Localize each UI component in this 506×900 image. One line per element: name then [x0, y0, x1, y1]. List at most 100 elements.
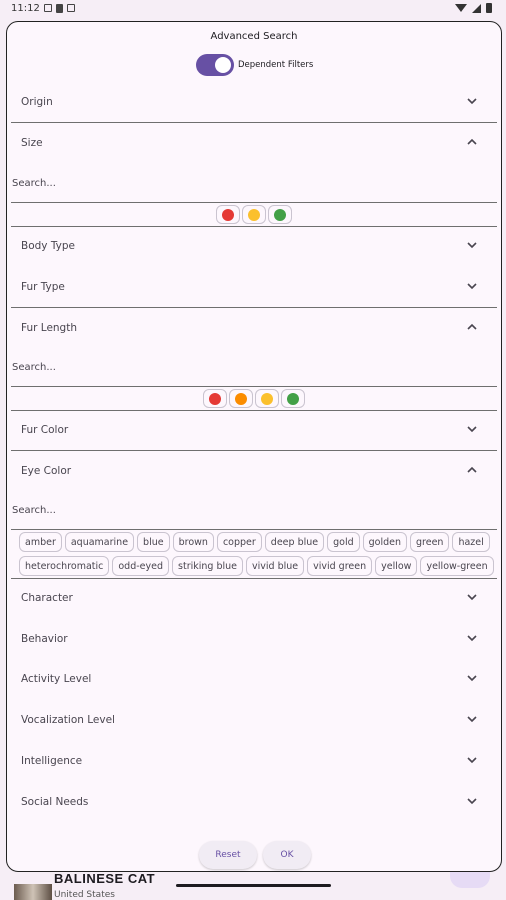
eye-color-chip[interactable]: hazel — [452, 532, 490, 552]
eye-color-chip[interactable]: odd-eyed — [112, 556, 170, 576]
notification-icons — [44, 4, 75, 13]
home-indicator[interactable] — [176, 884, 331, 887]
fur-length-search-input[interactable]: Search... — [11, 354, 497, 380]
section-label: Fur Length — [21, 322, 77, 334]
eye-color-chip[interactable]: copper — [216, 532, 262, 552]
level-chip[interactable] — [203, 389, 227, 408]
section-intelligence[interactable]: Intelligence — [11, 741, 497, 781]
chevron-down-icon — [467, 281, 477, 291]
switch-knob — [215, 57, 231, 73]
search-underline — [11, 202, 497, 203]
fur-length-level-chips — [203, 389, 305, 408]
battery-icon — [486, 3, 492, 13]
section-eye-color[interactable]: Eye Color — [11, 451, 497, 491]
ok-button[interactable]: OK — [263, 841, 311, 869]
section-character[interactable]: Character — [11, 578, 497, 618]
eye-color-chip[interactable]: brown — [172, 532, 214, 552]
section-label: Size — [21, 137, 43, 149]
level-dot-icon — [235, 392, 247, 405]
chevron-up-icon — [467, 465, 477, 475]
eye-color-chip[interactable]: gold — [327, 532, 360, 552]
screenshot-icon — [67, 4, 75, 12]
section-size[interactable]: Size — [11, 123, 497, 163]
eye-color-chip[interactable]: vivid green — [307, 556, 373, 576]
level-chip[interactable] — [216, 205, 240, 224]
search-underline — [11, 386, 497, 387]
eye-color-chip[interactable]: aquamarine — [64, 532, 135, 552]
level-chip[interactable] — [268, 205, 292, 224]
chevron-down-icon — [467, 633, 477, 643]
notification-icon — [44, 4, 52, 12]
dependent-filters-label: Dependent Filters — [238, 60, 314, 70]
advanced-search-dialog: Advanced Search Dependent Filters Origin… — [6, 21, 502, 872]
section-label: Fur Type — [21, 281, 65, 293]
level-chip[interactable] — [242, 205, 266, 224]
section-label: Fur Color — [21, 424, 69, 436]
level-chip[interactable] — [281, 389, 305, 408]
eye-color-chip[interactable]: striking blue — [172, 556, 243, 576]
level-dot-icon — [222, 208, 234, 221]
chevron-down-icon — [467, 424, 477, 434]
eye-color-chip[interactable]: deep blue — [264, 532, 325, 552]
level-dot-icon — [209, 392, 221, 405]
signal-icon — [472, 3, 481, 13]
level-dot-icon — [274, 208, 286, 221]
section-label: Activity Level — [21, 673, 92, 685]
eye-color-chip[interactable]: green — [410, 532, 450, 552]
eye-color-chips-row-2: heterochromatic odd-eyed striking blue vivi… — [19, 556, 494, 576]
chevron-down-icon — [467, 240, 477, 250]
section-activity-level[interactable]: Activity Level — [11, 659, 497, 699]
section-label: Origin — [21, 96, 53, 108]
level-chip[interactable] — [229, 389, 253, 408]
chevron-down-icon — [467, 673, 477, 683]
section-body-type[interactable]: Body Type — [11, 226, 497, 266]
wifi-icon — [455, 4, 467, 12]
search-underline — [11, 529, 497, 530]
section-label: Eye Color — [21, 465, 72, 477]
reset-button[interactable]: Reset — [199, 841, 257, 869]
section-vocalization-level[interactable]: Vocalization Level — [11, 700, 497, 740]
chevron-up-icon — [467, 137, 477, 147]
status-bar: 11:12 — [0, 0, 506, 20]
section-social-needs[interactable]: Social Needs — [11, 782, 497, 822]
eye-color-chip[interactable]: amber — [19, 532, 62, 552]
chevron-down-icon — [467, 592, 477, 602]
eye-color-chip[interactable]: golden — [362, 532, 408, 552]
dependent-filters-switch[interactable] — [196, 54, 234, 76]
eye-color-chips-row-1: amber aquamarine blue brown copper deep blue g… — [19, 532, 490, 552]
bg-item-subtitle: United States — [54, 890, 115, 900]
eye-color-chip[interactable]: yellow-green — [420, 556, 494, 576]
section-label: Body Type — [21, 240, 75, 252]
section-label: Vocalization Level — [21, 714, 115, 726]
dependent-filters-toggle-row: Dependent Filters — [196, 54, 313, 76]
section-fur-color[interactable]: Fur Color — [11, 410, 497, 450]
size-search-input[interactable]: Search... — [11, 170, 497, 196]
level-dot-icon — [248, 208, 260, 221]
status-time: 11:12 — [11, 3, 40, 14]
size-level-chips — [216, 205, 292, 224]
cat-thumbnail — [14, 884, 52, 900]
level-chip[interactable] — [255, 389, 279, 408]
eye-color-chip[interactable]: vivid blue — [246, 556, 305, 576]
section-label: Behavior — [21, 633, 68, 645]
level-dot-icon — [261, 392, 273, 405]
chevron-down-icon — [467, 96, 477, 106]
section-behavior[interactable]: Behavior — [11, 619, 497, 659]
section-label: Intelligence — [21, 755, 83, 767]
section-label: Character — [21, 592, 73, 604]
eye-color-search-input[interactable]: Search... — [11, 497, 497, 523]
eye-color-chip[interactable]: yellow — [375, 556, 418, 576]
dialog-title: Advanced Search — [210, 31, 298, 42]
eye-color-chip[interactable]: heterochromatic — [19, 556, 110, 576]
section-origin[interactable]: Origin — [11, 82, 497, 122]
chevron-up-icon — [467, 322, 477, 332]
eye-color-chip[interactable]: blue — [137, 532, 170, 552]
bg-item-title: BALINESE CAT — [54, 871, 156, 886]
level-dot-icon — [287, 392, 299, 405]
sim-icon — [56, 4, 63, 13]
chevron-down-icon — [467, 714, 477, 724]
section-fur-length[interactable]: Fur Length — [11, 308, 497, 348]
section-label: Social Needs — [21, 796, 89, 808]
chevron-down-icon — [467, 755, 477, 765]
section-fur-type[interactable]: Fur Type — [11, 267, 497, 307]
